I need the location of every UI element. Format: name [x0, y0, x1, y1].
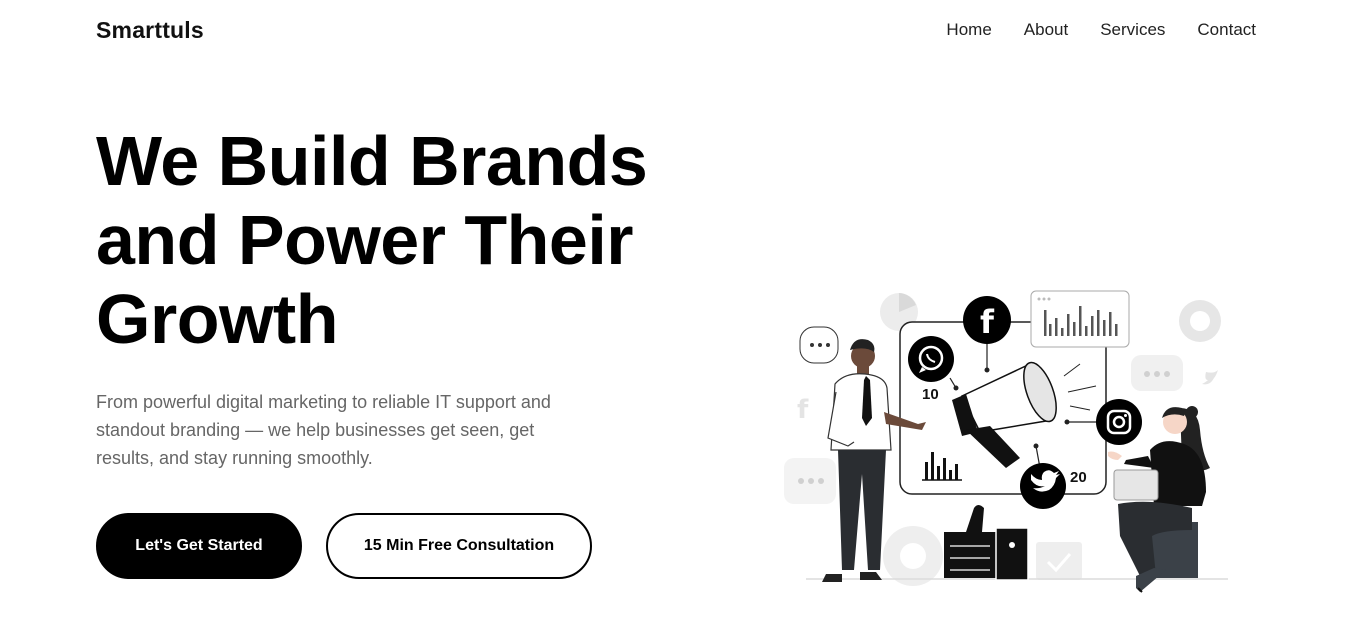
main-nav: Home About Services Contact [946, 20, 1256, 40]
nav-about[interactable]: About [1024, 20, 1068, 40]
nav-services[interactable]: Services [1100, 20, 1165, 40]
hero-subtitle: From powerful digital marketing to relia… [96, 392, 551, 468]
brand-logo[interactable]: Smarttuls [96, 17, 204, 44]
hero-title: We Build Brands and Power Their Growth [96, 122, 736, 359]
whatsapp-icon [908, 336, 954, 382]
facebook-icon: f [963, 296, 1011, 344]
stat-20-label: 20 [1070, 469, 1087, 486]
svg-text:f: f [980, 303, 995, 341]
stat-10-label: 10 [922, 386, 939, 403]
get-started-button[interactable]: Let's Get Started [96, 513, 302, 579]
marketing-illustration: f f 10 20 [784, 290, 1228, 593]
instagram-icon [1096, 399, 1142, 445]
nav-home[interactable]: Home [946, 20, 991, 40]
svg-text:f: f [797, 395, 809, 425]
free-consultation-button[interactable]: 15 Min Free Consultation [326, 513, 592, 579]
hero-title-line: and Power Their [96, 201, 634, 279]
hero-title-line: Growth [96, 280, 338, 358]
nav-contact[interactable]: Contact [1197, 20, 1256, 40]
thumbs-up-icon [944, 505, 1029, 581]
hero-title-line: We Build Brands [96, 122, 648, 200]
twitter-icon [1020, 463, 1066, 509]
